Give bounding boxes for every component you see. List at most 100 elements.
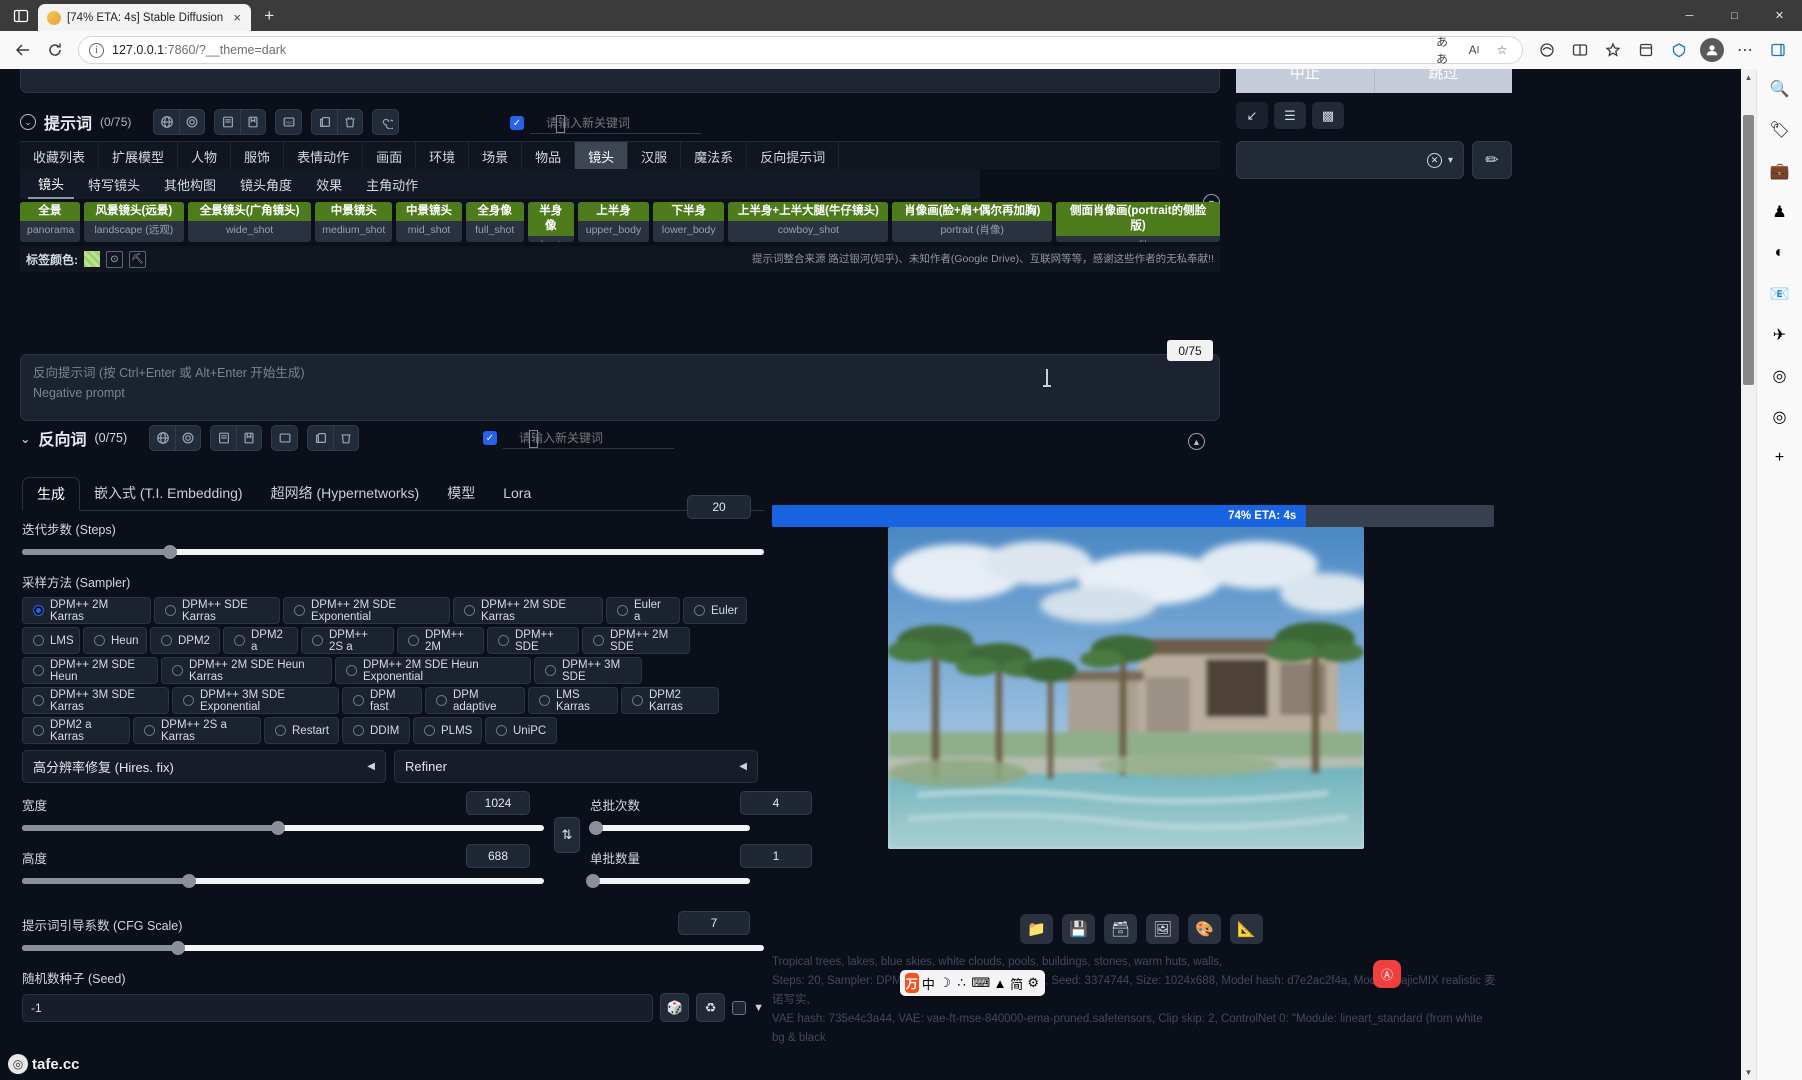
sampler-option[interactable]: DPM++ 2M xyxy=(397,627,484,654)
copilot-icon[interactable]: ◐ xyxy=(1766,239,1794,267)
batch-size-slider-knob[interactable] xyxy=(586,874,601,888)
tab-close-icon[interactable]: × xyxy=(229,10,245,26)
main-tab[interactable]: 模型 xyxy=(433,476,489,510)
seed-extra-checkbox[interactable] xyxy=(732,1000,747,1015)
sampler-option[interactable]: DPM++ 3M SDE Exponential xyxy=(172,687,339,714)
batch-size-slider[interactable] xyxy=(586,873,750,889)
sampler-option[interactable]: Euler a xyxy=(606,597,680,624)
search-icon[interactable]: 🔍 xyxy=(1766,75,1794,103)
radio-icon[interactable] xyxy=(275,725,286,736)
sidebar-toggle-icon[interactable] xyxy=(1762,35,1794,65)
ime-button[interactable]: ☽ xyxy=(938,973,952,993)
telegram-icon[interactable]: ✈ xyxy=(1766,321,1794,349)
sampler-option[interactable]: Restart xyxy=(264,717,339,744)
read-aloud-icon[interactable]: ああ xyxy=(1436,35,1456,66)
outlook-icon[interactable]: 📧 xyxy=(1766,280,1794,308)
sampler-option[interactable]: DDIM xyxy=(342,717,410,744)
subcategory-tab[interactable]: 效果 xyxy=(306,169,352,199)
palette-icon[interactable]: 🎨 xyxy=(1188,914,1221,944)
split-screen-icon[interactable] xyxy=(1564,35,1596,65)
browser-essentials-icon[interactable] xyxy=(1663,35,1695,65)
radio-icon[interactable] xyxy=(694,605,705,616)
subcategory-tab[interactable]: 主角动作 xyxy=(356,169,428,199)
height-slider[interactable] xyxy=(22,873,544,889)
negative-trash-icon[interactable] xyxy=(333,426,358,450)
address-bar[interactable]: i 127.0.0.1:7860/?__theme=dark ああ AI ☆ xyxy=(78,35,1523,66)
radio-icon[interactable] xyxy=(539,695,550,706)
immersive-reader-icon[interactable]: AI xyxy=(1464,40,1484,60)
steps-slider[interactable] xyxy=(22,544,764,560)
gear-icon[interactable] xyxy=(179,110,204,134)
sampler-option[interactable]: Euler xyxy=(683,597,747,624)
batch-count-slider-knob[interactable] xyxy=(589,821,604,835)
width-value[interactable]: 1024 xyxy=(466,791,530,815)
shopping-icon[interactable]: 💼 xyxy=(1766,157,1794,185)
radio-icon[interactable] xyxy=(33,665,44,676)
prompt-tag-button[interactable]: 全景镜头(广角镜头) wide_shot xyxy=(187,202,312,242)
ime-button[interactable]: 中 xyxy=(922,973,936,993)
arrow-down-left-icon[interactable]: ↙ xyxy=(1236,102,1268,129)
batch-count-slider[interactable] xyxy=(589,820,750,836)
folder-icon[interactable]: 📁 xyxy=(1020,914,1053,944)
chatgpt-icon[interactable]: ◎ xyxy=(1766,362,1794,390)
styles-dropdown-icon[interactable]: ▾ xyxy=(1448,155,1453,166)
sampler-option[interactable]: DPM2 xyxy=(150,627,220,654)
sampler-option[interactable]: DPM2 a xyxy=(223,627,298,654)
grid-icon[interactable]: ▩ xyxy=(1312,102,1344,129)
sampler-option[interactable]: UniPC xyxy=(485,717,557,744)
sampler-option[interactable]: DPM2 a Karras xyxy=(22,717,130,744)
copilot-icon[interactable] xyxy=(1531,35,1563,65)
steps-slider-knob[interactable] xyxy=(163,545,178,559)
spiral-icon[interactable] xyxy=(373,110,398,134)
negative-list-icon[interactable] xyxy=(211,426,236,450)
seed-expand-arrow-icon[interactable]: ▼ xyxy=(753,1002,764,1014)
zip-icon[interactable]: 🗃 xyxy=(1104,914,1137,944)
prompt-tag-button[interactable]: 中景镜头 medium_shot xyxy=(315,202,393,242)
tab-search-icon[interactable] xyxy=(4,0,38,31)
main-tab[interactable]: 超网络 (Hypernetworks) xyxy=(257,476,434,510)
scroll-up-icon[interactable]: ▲ xyxy=(1741,69,1756,85)
seed-dice-icon[interactable]: 🎲 xyxy=(660,993,690,1022)
prompt-tag-button[interactable]: 下半身 lower_body xyxy=(653,202,725,242)
games-icon[interactable]: ♟ xyxy=(1766,198,1794,226)
category-tab[interactable]: 环境 xyxy=(416,142,470,170)
subcategory-tab[interactable]: 特写镜头 xyxy=(78,169,150,199)
sampler-option[interactable]: DPM++ 3M SDE xyxy=(534,657,642,684)
close-button[interactable]: ✕ xyxy=(1757,0,1802,31)
sampler-option[interactable]: DPM++ SDE Karras xyxy=(154,597,280,624)
negative-chevron-down-icon[interactable]: ⌄ xyxy=(20,431,30,446)
generated-image-preview[interactable] xyxy=(888,527,1364,849)
category-tab[interactable]: 服饰 xyxy=(231,142,285,170)
sampler-option[interactable]: DPM fast xyxy=(342,687,422,714)
steps-value[interactable]: 20 xyxy=(687,495,751,519)
sampler-option[interactable]: DPM++ SDE xyxy=(487,627,579,654)
ime-logo-icon[interactable]: 万 xyxy=(905,973,919,993)
radio-icon[interactable] xyxy=(312,635,323,646)
extras-icon[interactable]: 📐 xyxy=(1230,914,1263,944)
color-swatch[interactable] xyxy=(84,251,100,267)
bookmark-icon[interactable] xyxy=(240,110,265,134)
sampler-option[interactable]: DPM++ 2M Karras xyxy=(22,597,151,624)
site-info-icon[interactable]: i xyxy=(89,42,104,58)
ime-button[interactable]: ⌨ xyxy=(971,973,990,993)
browser-tab[interactable]: [74% ETA: 4s] Stable Diffusion × xyxy=(38,4,252,31)
styles-dropdown[interactable]: ✕ ▾ xyxy=(1236,141,1464,179)
avatar[interactable] xyxy=(1700,38,1724,62)
radio-icon[interactable] xyxy=(33,725,44,736)
category-tab[interactable]: 人物 xyxy=(178,142,232,170)
negative-keyword-checkbox[interactable]: ✓ xyxy=(483,431,497,445)
new-tab-button[interactable]: + xyxy=(256,3,282,29)
radio-icon[interactable] xyxy=(464,605,475,616)
stop-button[interactable]: 中止 xyxy=(1236,69,1374,93)
radio-icon[interactable] xyxy=(353,695,364,706)
trash-icon[interactable] xyxy=(337,110,362,134)
styles-clear-icon[interactable]: ✕ xyxy=(1426,152,1442,168)
category-tab[interactable]: 物品 xyxy=(522,142,576,170)
ai-assistant-badge[interactable]: Ⓐ xyxy=(1373,960,1401,988)
category-tab[interactable]: 镜头 xyxy=(575,142,629,170)
sampler-option[interactable]: PLMS xyxy=(413,717,482,744)
prompt-tag-button[interactable]: 半身像bust xyxy=(527,202,574,242)
main-tab[interactable]: 生成 xyxy=(22,477,80,511)
radio-icon[interactable] xyxy=(33,695,44,706)
negative-bookmark-icon[interactable] xyxy=(236,426,261,450)
